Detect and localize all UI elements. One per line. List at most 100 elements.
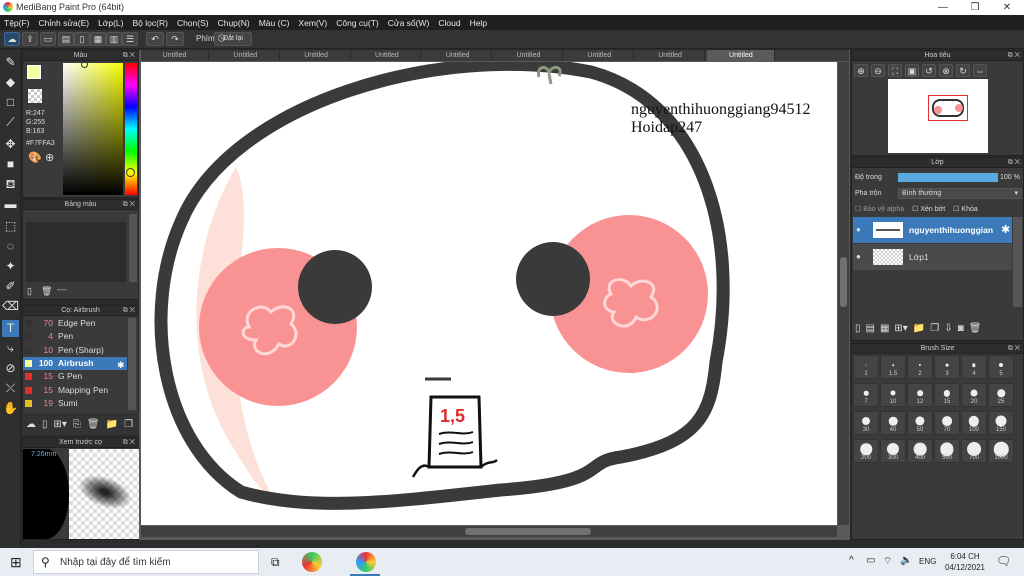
menu-file[interactable]: Tệp(F) xyxy=(4,18,30,28)
menu-snap[interactable]: Chụp(N) xyxy=(218,18,250,28)
lasso-tool-icon[interactable]: ◌ xyxy=(2,238,19,255)
brush-delete-icon[interactable]: 🗑 xyxy=(87,419,100,430)
brush-size-option[interactable]: 100 xyxy=(961,411,987,435)
document-tab[interactable]: Untitled xyxy=(707,50,776,61)
horizontal-scroll-thumb[interactable] xyxy=(465,528,591,535)
drawing-canvas[interactable]: 1,5 nguyenthihuonggiang94512 Hoidap247 xyxy=(141,62,837,525)
visibility-eye-icon[interactable]: ● xyxy=(856,252,861,261)
hue-slider[interactable] xyxy=(125,63,137,195)
windows-start-icon[interactable]: ⊞ xyxy=(10,554,22,571)
layer-row[interactable]: ● Lớp1 xyxy=(853,244,1012,270)
layer-settings-icon[interactable]: ✱ xyxy=(1001,223,1010,236)
brush-item[interactable]: 100 Airbrush xyxy=(23,356,127,370)
reset-rotate-icon[interactable]: ⊗ xyxy=(939,64,953,77)
brush-size-option[interactable]: 400 xyxy=(907,439,933,463)
hand-tool-icon[interactable]: ✋ xyxy=(2,400,19,417)
brush-copy-icon[interactable]: ⎘ xyxy=(73,419,81,430)
brush-size-option[interactable]: 500 xyxy=(934,439,960,463)
brush-folder-icon[interactable]: 📁 xyxy=(106,419,118,430)
protect-alpha-checkbox[interactable]: ☐ Bảo vệ alpha xyxy=(855,205,904,213)
dot-tool-icon[interactable]: ⟋ xyxy=(2,114,19,131)
share-icon[interactable]: ⇪ xyxy=(22,32,38,46)
reset-button[interactable]: ⃠Đặt lại xyxy=(214,32,252,46)
divide-tool-icon[interactable]: ⊘ xyxy=(2,360,19,377)
palette-icon[interactable]: 🎨 xyxy=(28,151,42,164)
select-eraser-tool-icon[interactable]: ⌫ xyxy=(2,298,19,315)
rotate-left-icon[interactable]: ↺ xyxy=(922,64,936,77)
taskbar-search[interactable]: ⚲ Nhập tại đây để tìm kiếm xyxy=(33,550,259,574)
document-tab[interactable]: Untitled xyxy=(566,50,634,61)
brush-size-option[interactable]: 150 xyxy=(988,411,1014,435)
eyedropper-tool-icon[interactable]: ⤫ xyxy=(2,380,19,397)
panel-close-icon[interactable]: ⧉ ✕ xyxy=(123,438,135,448)
brush-size-option[interactable]: 10 xyxy=(880,383,906,407)
brush-item[interactable]: 19 Sumi xyxy=(23,397,127,410)
brush-add-icon[interactable]: ⊞▾ xyxy=(54,419,67,430)
palette-add-icon[interactable]: ⊕ xyxy=(45,151,54,164)
brush-cloud-icon[interactable]: ☁ xyxy=(26,419,36,430)
browser-app-icon[interactable] xyxy=(302,552,322,572)
hue-handle[interactable] xyxy=(126,168,135,177)
brush-settings-icon[interactable]: ✱ xyxy=(117,360,125,371)
magic-wand-tool-icon[interactable]: ✦ xyxy=(2,258,19,275)
duplicate-layer-icon[interactable]: ❐ xyxy=(930,323,939,334)
mask-icon[interactable]: ◙ xyxy=(958,323,964,334)
brush-tool-icon[interactable]: ✎ xyxy=(2,54,19,71)
brush-scrollbar[interactable] xyxy=(128,318,136,410)
brush-size-option[interactable]: 40 xyxy=(880,411,906,435)
tray-chevron-up-icon[interactable]: ^ xyxy=(849,555,854,566)
operation-tool-icon[interactable]: ⤷ xyxy=(2,340,19,357)
document-tab[interactable]: Untitled xyxy=(495,50,563,61)
document-tab[interactable]: Untitled xyxy=(283,50,351,61)
brush-item[interactable]: 4 Pen xyxy=(23,330,127,343)
menu-tools[interactable]: Công cụ(T) xyxy=(336,18,379,28)
volume-icon[interactable]: 🔈 xyxy=(900,555,912,566)
brush-size-option[interactable]: 300 xyxy=(880,439,906,463)
panel-close-icon[interactable]: ⧉ ✕ xyxy=(123,306,135,316)
merge-layer-icon[interactable]: ⇩ xyxy=(944,323,952,334)
zoom-out-icon[interactable]: ⊖ xyxy=(871,64,885,77)
delete-layer-icon[interactable]: 🗑 xyxy=(969,323,982,334)
page-icon[interactable]: ▯ xyxy=(74,32,90,46)
brush-item[interactable]: 70 Edge Pen xyxy=(23,317,127,330)
bucket-tool-icon[interactable]: ⛾ xyxy=(2,176,19,193)
brush-size-option[interactable]: 200 xyxy=(853,439,879,463)
visibility-eye-icon[interactable]: ● xyxy=(856,225,861,234)
chat-icon[interactable]: ▤ xyxy=(58,32,74,46)
medibang-app-icon[interactable] xyxy=(356,552,376,572)
document-tab[interactable]: Untitled xyxy=(353,50,422,61)
menu-help[interactable]: Help xyxy=(470,18,487,28)
brush-size-option[interactable]: 1000 xyxy=(988,439,1014,463)
redo-icon[interactable]: ↷ xyxy=(166,32,184,46)
eraser-tool-icon[interactable]: ◆ xyxy=(2,74,19,91)
brush-size-option[interactable]: 50 xyxy=(907,411,933,435)
brush-size-option[interactable]: 15 xyxy=(934,383,960,407)
blend-mode-select[interactable]: Bình thường ▾ xyxy=(898,188,1022,199)
new-8bit-layer-icon[interactable]: ▦ xyxy=(880,323,889,334)
comment-icon[interactable]: ▭ xyxy=(40,32,56,46)
canvas-horizontal-scrollbar[interactable] xyxy=(141,526,837,537)
document-tab[interactable]: Untitled xyxy=(424,50,493,61)
gradient-tool-icon[interactable]: ▬ xyxy=(2,196,19,213)
move-tool-icon[interactable]: ✥ xyxy=(2,136,19,153)
network-icon[interactable]: ⌔ xyxy=(883,555,892,568)
notification-icon[interactable]: 🗨 xyxy=(996,554,1011,568)
brush-new-icon[interactable]: ▯ xyxy=(42,419,48,430)
brush-size-option[interactable]: 70 xyxy=(934,411,960,435)
delete-palette-icon[interactable]: 🗑 xyxy=(41,286,52,297)
brush-size-option[interactable]: 4 xyxy=(961,355,987,379)
brush-size-option[interactable]: 3 xyxy=(934,355,960,379)
zoom-in-icon[interactable]: ⊕ xyxy=(854,64,868,77)
list-icon[interactable]: ☰ xyxy=(122,32,138,46)
clipping-checkbox[interactable]: ☐ Xén bớt xyxy=(912,205,945,213)
menu-window[interactable]: Cửa sổ(W) xyxy=(388,18,430,28)
canvas-vertical-scrollbar[interactable] xyxy=(838,62,849,525)
panel-close-icon[interactable]: ⧉ ✕ xyxy=(1008,344,1020,354)
flip-icon[interactable]: ⇔ xyxy=(973,64,987,77)
menu-color[interactable]: Màu (C) xyxy=(259,18,290,28)
add-layer-menu-icon[interactable]: ⊞▾ xyxy=(894,323,907,334)
color-picker-handle[interactable] xyxy=(81,61,88,68)
brush-size-option[interactable]: 5 xyxy=(988,355,1014,379)
text-tool-icon[interactable]: T xyxy=(2,320,19,337)
language-indicator[interactable]: ENG xyxy=(919,557,936,566)
